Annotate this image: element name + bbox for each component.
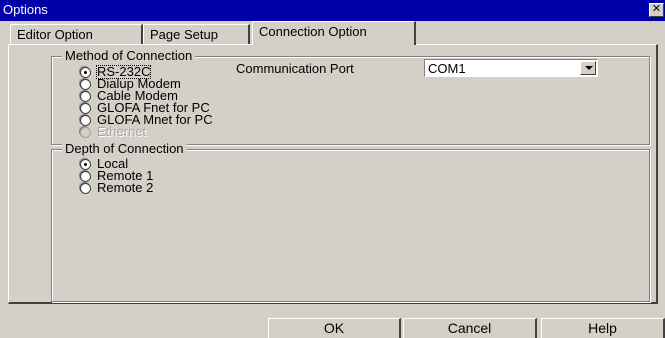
options-dialog: Options ✕ Editor Option Page Setup Conne… bbox=[0, 0, 665, 338]
tab-label: Page Setup bbox=[150, 27, 218, 42]
radio-checked-icon bbox=[80, 159, 91, 170]
dropdown-arrow-icon[interactable] bbox=[580, 61, 596, 75]
tab-editor-option[interactable]: Editor Option bbox=[10, 24, 143, 45]
tab-page-setup[interactable]: Page Setup bbox=[143, 24, 250, 45]
radio-icon bbox=[80, 115, 91, 126]
ok-button[interactable]: OK bbox=[268, 318, 401, 338]
window-title: Options bbox=[3, 2, 48, 17]
button-label: Help bbox=[588, 320, 617, 336]
tab-label: Connection Option bbox=[259, 24, 367, 39]
tab-label: Editor Option bbox=[17, 27, 93, 42]
title-bar[interactable]: Options ✕ bbox=[0, 0, 665, 21]
radio-label: Ethernet bbox=[97, 124, 147, 139]
communication-port-label: Communication Port bbox=[236, 61, 354, 76]
close-button[interactable]: ✕ bbox=[649, 3, 664, 17]
radio-checked-icon bbox=[80, 67, 91, 78]
port-value: COM1 bbox=[428, 61, 466, 76]
radio-icon bbox=[80, 103, 91, 114]
help-button[interactable]: Help bbox=[541, 318, 665, 338]
radio-icon bbox=[80, 79, 91, 90]
cancel-button[interactable]: Cancel bbox=[403, 318, 537, 338]
radio-icon bbox=[80, 171, 91, 182]
radio-disabled-icon bbox=[80, 127, 91, 138]
button-label: Cancel bbox=[447, 320, 492, 336]
group-title: Depth of Connection bbox=[62, 141, 187, 156]
close-icon: ✕ bbox=[651, 3, 662, 15]
button-label: OK bbox=[323, 320, 345, 336]
radio-icon bbox=[80, 183, 91, 194]
communication-port-select[interactable]: COM1 bbox=[424, 59, 598, 77]
tab-connection-option[interactable]: Connection Option bbox=[252, 21, 416, 45]
radio-label: Remote 2 bbox=[97, 180, 154, 195]
radio-icon bbox=[80, 91, 91, 102]
group-title: Method of Connection bbox=[62, 48, 196, 63]
